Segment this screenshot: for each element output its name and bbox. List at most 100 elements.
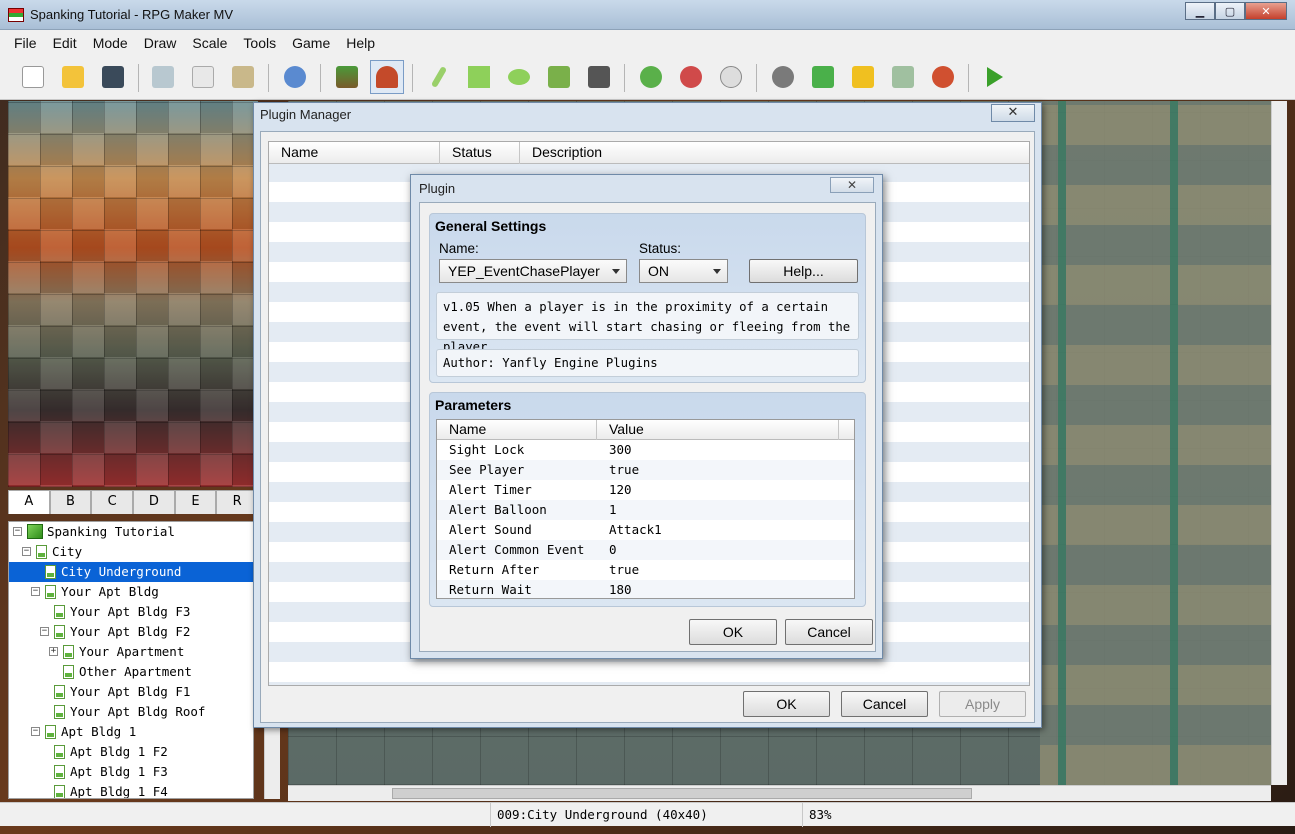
expand-icon[interactable]: +: [49, 647, 58, 656]
parameter-row[interactable]: Alert Timer 120: [437, 480, 854, 500]
map-tree-item[interactable]: Apt Bldg 1 F4: [9, 782, 253, 798]
plugin-manager-ok-button[interactable]: OK: [743, 691, 830, 717]
parameter-row[interactable]: Alert Balloon 1: [437, 500, 854, 520]
plugin-status-combo[interactable]: ON: [639, 259, 728, 283]
tab-c[interactable]: C: [91, 490, 134, 514]
parameter-row[interactable]: Return After true: [437, 560, 854, 580]
map-tree-label: Your Apt Bldg: [61, 584, 159, 599]
map-tree-item[interactable]: Apt Bldg 1 F2: [9, 742, 253, 762]
parameter-name: Return After: [449, 562, 540, 577]
shadow-pen-icon[interactable]: [582, 60, 616, 94]
map-tree[interactable]: − Spanking Tutorial − City City Underground −…: [8, 521, 254, 799]
menu-tools[interactable]: Tools: [235, 35, 284, 51]
parameter-row[interactable]: Alert Sound Attack1: [437, 520, 854, 540]
new-project-icon[interactable]: [16, 60, 50, 94]
paste-icon[interactable]: [226, 60, 260, 94]
collapse-icon[interactable]: −: [40, 627, 49, 636]
collapse-icon[interactable]: −: [31, 587, 40, 596]
menu-edit[interactable]: Edit: [45, 35, 85, 51]
plugin-cancel-button[interactable]: Cancel: [785, 619, 873, 645]
tab-b[interactable]: B: [49, 490, 92, 514]
parameter-row[interactable]: Return Wait 180: [437, 580, 854, 598]
general-settings-title: General Settings: [435, 218, 547, 234]
param-column-value[interactable]: Value: [597, 420, 839, 440]
playtest-icon[interactable]: [978, 60, 1012, 94]
scroll-thumb[interactable]: [392, 788, 972, 799]
plugin-manager-icon[interactable]: [806, 60, 840, 94]
map-icon: [54, 605, 65, 619]
map-tree-item[interactable]: City Underground: [9, 562, 253, 582]
map-tree-item[interactable]: − Your Apt Bldg F2: [9, 622, 253, 642]
map-tree-label: Your Apartment: [79, 644, 185, 659]
param-column-name[interactable]: Name: [437, 420, 597, 440]
map-tree-item[interactable]: Your Apt Bldg F1: [9, 682, 253, 702]
actual-size-icon[interactable]: [714, 60, 748, 94]
column-status[interactable]: Status: [440, 142, 520, 164]
parameter-row[interactable]: Alert Common Event 0: [437, 540, 854, 560]
map-tree-item[interactable]: − Your Apt Bldg: [9, 582, 253, 602]
map-icon: [45, 565, 56, 579]
flood-fill-icon[interactable]: [542, 60, 576, 94]
help-button[interactable]: Help...: [749, 259, 858, 283]
undo-icon[interactable]: [278, 60, 312, 94]
map-tree-item[interactable]: + Your Apartment: [9, 642, 253, 662]
sound-test-icon[interactable]: [846, 60, 880, 94]
plugin-dialog-body: General Settings Name: YEP_EventChasePla…: [419, 202, 876, 652]
ellipse-icon[interactable]: [502, 60, 536, 94]
plugin-manager-close-button[interactable]: ✕: [991, 104, 1035, 122]
event-searcher-icon[interactable]: [886, 60, 920, 94]
tab-r[interactable]: R: [216, 490, 259, 514]
plugin-manager-cancel-button[interactable]: Cancel: [841, 691, 928, 717]
parameters-title: Parameters: [435, 397, 512, 413]
collapse-icon[interactable]: −: [22, 547, 31, 556]
zoom-in-icon[interactable]: [634, 60, 668, 94]
zoom-out-icon[interactable]: [674, 60, 708, 94]
minimize-button[interactable]: ▁: [1185, 2, 1215, 20]
menu-help[interactable]: Help: [338, 35, 383, 51]
column-name[interactable]: Name: [269, 142, 440, 164]
map-tree-item[interactable]: Apt Bldg 1 F3: [9, 762, 253, 782]
pencil-icon[interactable]: [422, 60, 456, 94]
parameter-row[interactable]: Sight Lock 300: [437, 440, 854, 460]
menu-mode[interactable]: Mode: [85, 35, 136, 51]
map-icon: [54, 625, 65, 639]
map-tree-item[interactable]: Your Apt Bldg F3: [9, 602, 253, 622]
map-vertical-scrollbar[interactable]: [1271, 101, 1287, 785]
plugin-description: v1.05 When a player is in the proximity …: [436, 292, 859, 354]
tab-e[interactable]: E: [174, 490, 217, 514]
map-tree-item[interactable]: Other Apartment: [9, 662, 253, 682]
map-tree-item[interactable]: − City: [9, 542, 253, 562]
parameter-row[interactable]: See Player true: [437, 460, 854, 480]
open-project-icon[interactable]: [56, 60, 90, 94]
menu-file[interactable]: File: [6, 35, 45, 51]
parameter-name: Alert Common Event: [449, 542, 585, 557]
tab-a[interactable]: A: [8, 490, 50, 514]
menu-scale[interactable]: Scale: [184, 35, 235, 51]
cut-icon[interactable]: [146, 60, 180, 94]
parameters-table[interactable]: Name Value Sight Lock 300 See Player true Al…: [436, 419, 855, 599]
collapse-icon[interactable]: −: [13, 527, 22, 536]
plugin-dialog-close-button[interactable]: ✕: [830, 177, 874, 193]
close-window-button[interactable]: ✕: [1245, 2, 1287, 20]
copy-icon[interactable]: [186, 60, 220, 94]
map-mode-icon[interactable]: [330, 60, 364, 94]
column-description[interactable]: Description: [520, 142, 1029, 164]
tab-d[interactable]: D: [133, 490, 175, 514]
rectangle-icon[interactable]: [462, 60, 496, 94]
collapse-icon[interactable]: −: [31, 727, 40, 736]
plugin-ok-button[interactable]: OK: [689, 619, 777, 645]
map-tree-item[interactable]: − Apt Bldg 1: [9, 722, 253, 742]
maximize-button[interactable]: ▢: [1215, 2, 1245, 20]
plugin-name-combo[interactable]: YEP_EventChasePlayer: [439, 259, 627, 283]
plugin-manager-apply-button[interactable]: Apply: [939, 691, 1026, 717]
map-tree-item[interactable]: − Spanking Tutorial: [9, 522, 253, 542]
plugin-name-value: YEP_EventChasePlayer: [448, 263, 600, 279]
save-project-icon[interactable]: [96, 60, 130, 94]
map-tree-item[interactable]: Your Apt Bldg Roof: [9, 702, 253, 722]
character-generator-icon[interactable]: [926, 60, 960, 94]
menu-game[interactable]: Game: [284, 35, 338, 51]
menu-draw[interactable]: Draw: [136, 35, 185, 51]
map-horizontal-scrollbar[interactable]: [288, 785, 1271, 801]
database-icon[interactable]: [766, 60, 800, 94]
event-mode-icon[interactable]: [370, 60, 404, 94]
